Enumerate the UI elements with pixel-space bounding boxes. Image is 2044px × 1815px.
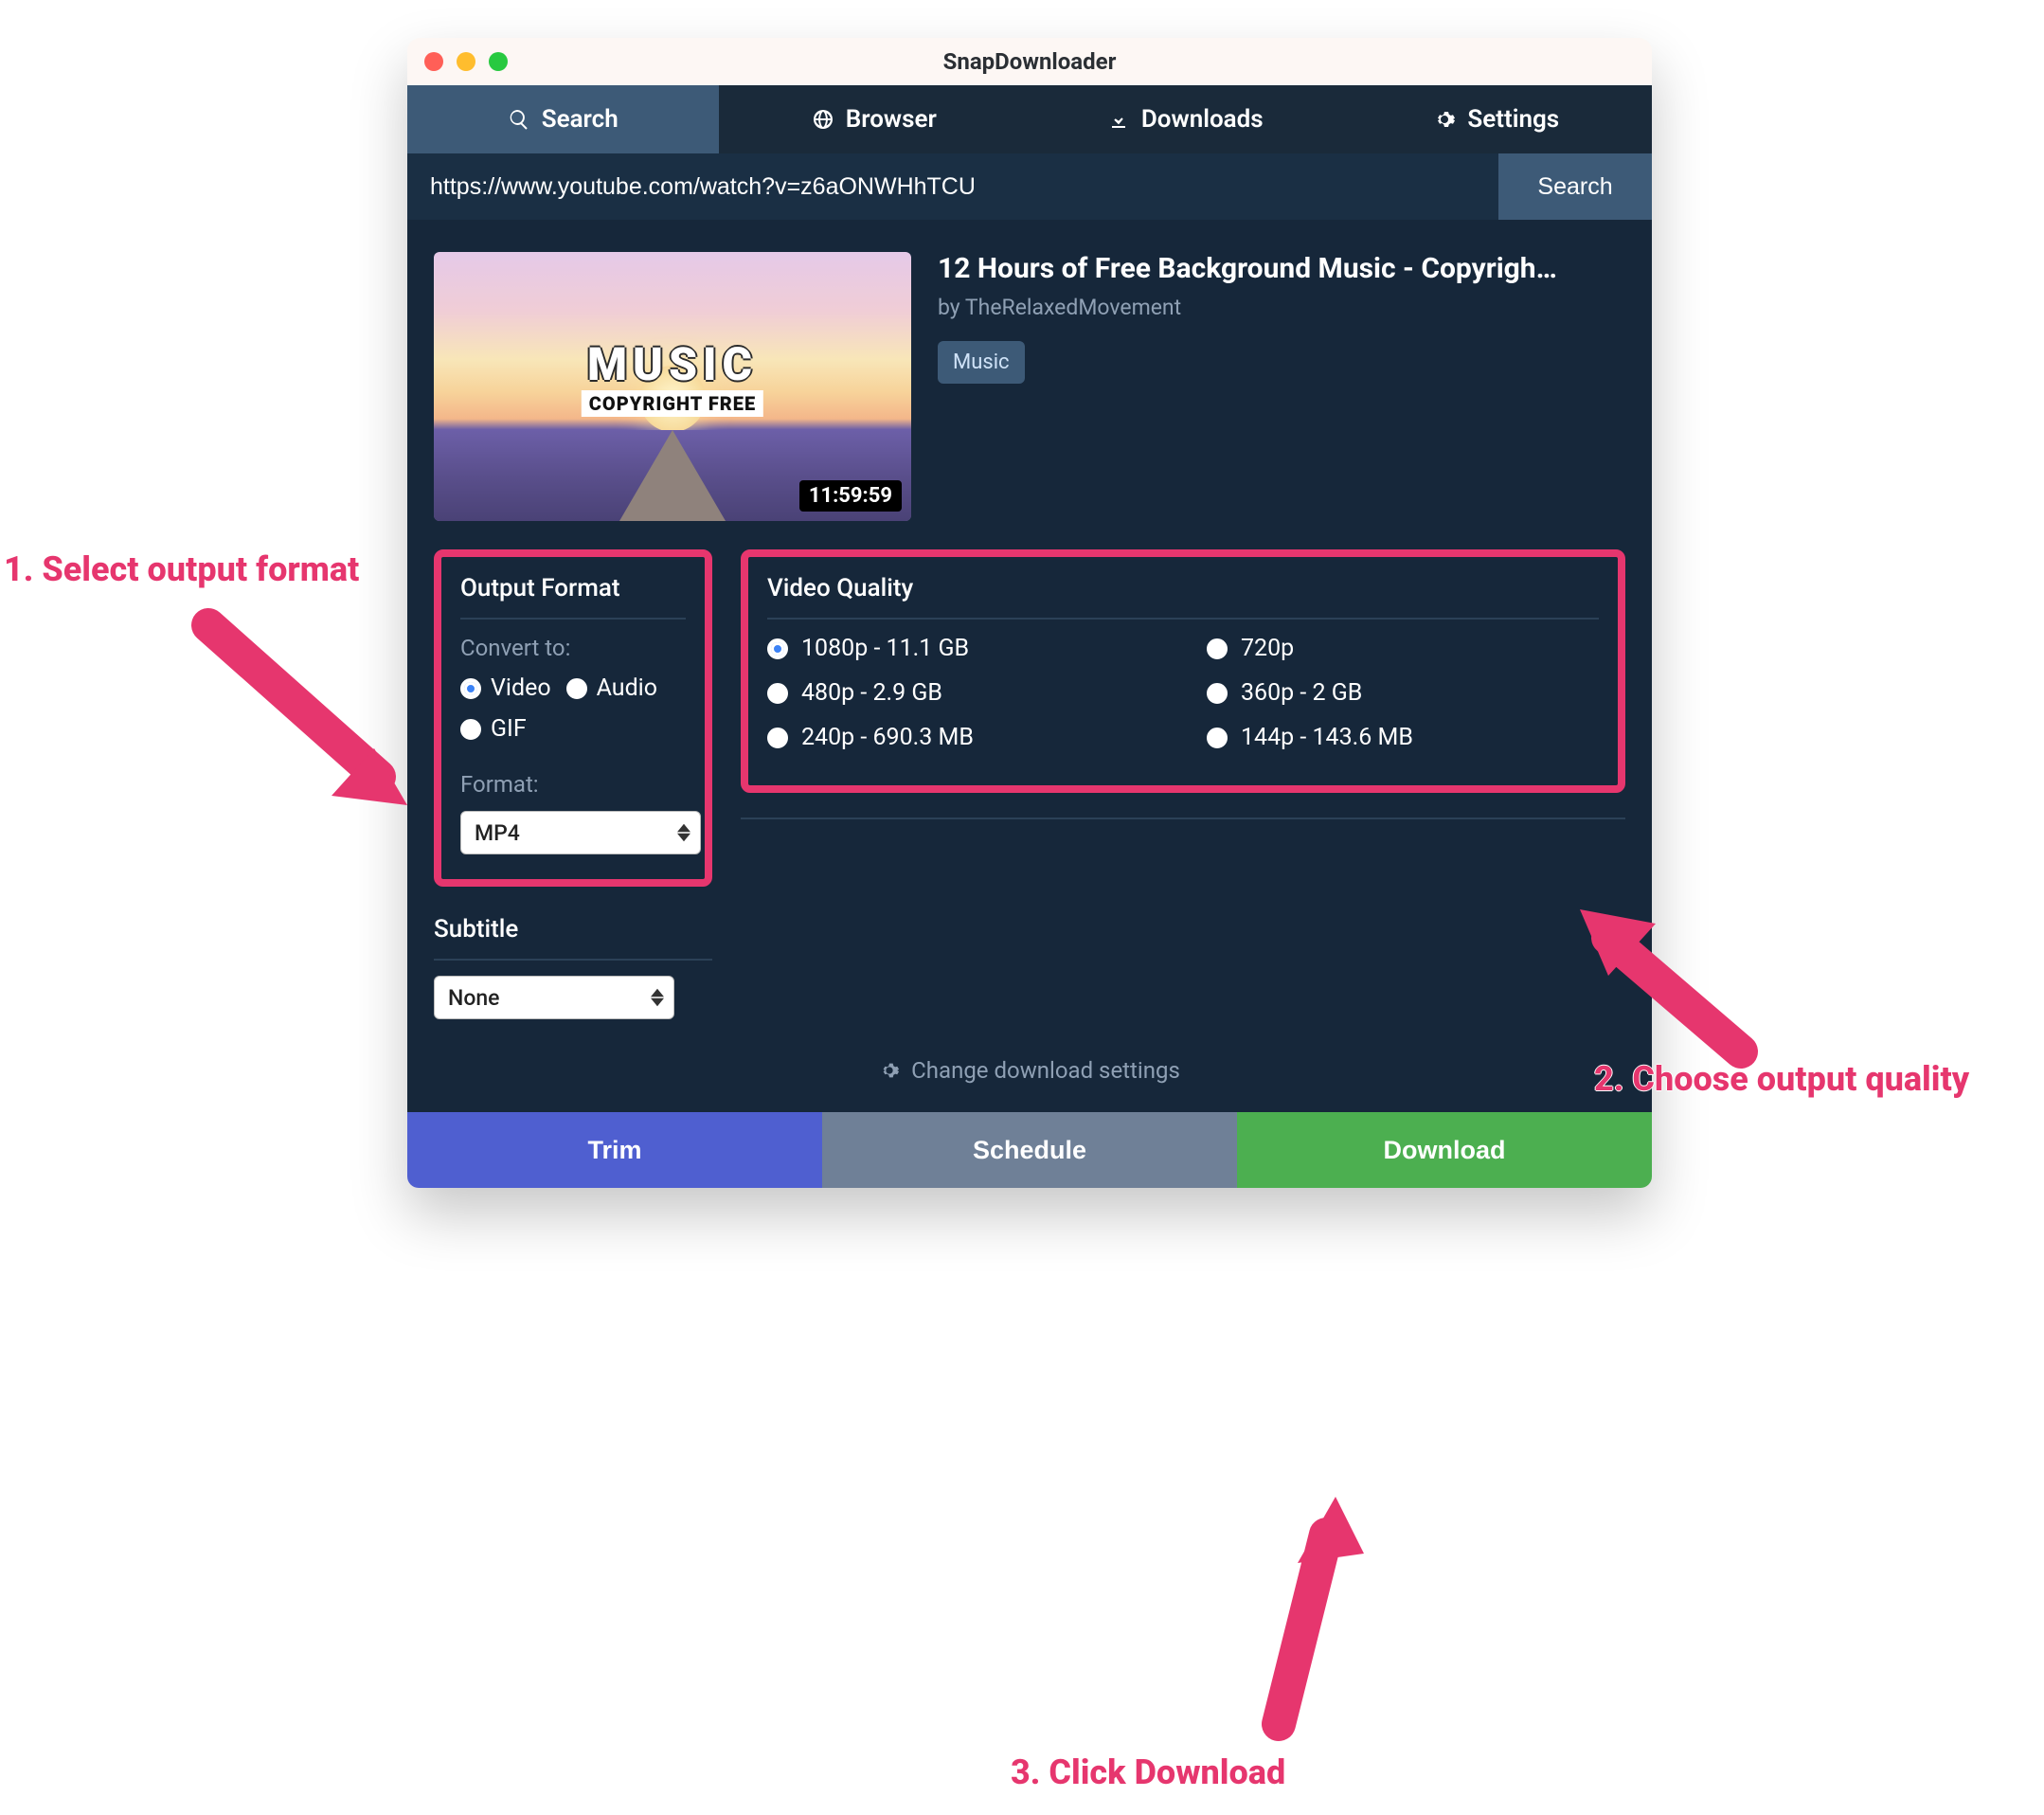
quality-option-2[interactable]: 480p - 2.9 GB (767, 679, 1159, 707)
gear-icon (879, 1060, 900, 1081)
divider (460, 618, 686, 620)
tab-downloads-label: Downloads (1141, 105, 1264, 134)
download-button[interactable]: Download (1237, 1112, 1652, 1188)
video-duration: 11:59:59 (799, 480, 902, 512)
quality-label: 1080p - 11.1 GB (801, 635, 969, 662)
convert-to-video[interactable]: Video (460, 674, 551, 702)
divider (434, 959, 712, 961)
change-download-settings-label: Change download settings (911, 1057, 1180, 1084)
quality-option-3[interactable]: 360p - 2 GB (1207, 679, 1599, 707)
radio-dot-icon (1207, 638, 1228, 659)
thumb-text-main: MUSIC (587, 337, 758, 391)
video-quality-title: Video Quality (767, 574, 1599, 602)
app-title: SnapDownloader (943, 48, 1117, 75)
quality-label: 720p (1241, 635, 1294, 662)
searchbar: Search (407, 153, 1652, 220)
convert-to-audio[interactable]: Audio (566, 674, 657, 702)
annotation-1: 1. Select output format (4, 549, 359, 589)
quality-label: 480p - 2.9 GB (801, 679, 942, 707)
convert-to-gif[interactable]: GIF (460, 715, 527, 743)
content-area: MUSIC COPYRIGHT FREE 11:59:59 12 Hours o… (407, 220, 1652, 1112)
format-value: MP4 (475, 820, 520, 846)
video-category-badge[interactable]: Music (938, 341, 1025, 384)
thumb-text-sub: COPYRIGHT FREE (582, 390, 763, 417)
tab-search-label: Search (542, 105, 619, 134)
convert-to-group: Video Audio (460, 674, 686, 715)
quality-label: 240p - 690.3 MB (801, 724, 974, 751)
quality-grid: 1080p - 11.1 GB 720p 480p - 2.9 GB (767, 635, 1599, 751)
divider (741, 818, 1625, 819)
output-format-panel: Output Format Convert to: Video Audio (434, 549, 712, 1019)
video-author: by TheRelaxedMovement (938, 295, 1625, 320)
select-chevrons-icon (651, 988, 664, 1007)
globe-icon (812, 108, 834, 131)
panels: Output Format Convert to: Video Audio (434, 549, 1625, 1019)
radio-dot-icon (767, 683, 788, 704)
search-icon (508, 108, 530, 131)
tab-settings[interactable]: Settings (1341, 85, 1653, 153)
convert-to-group-2: GIF (460, 715, 686, 756)
radio-dot-icon (1207, 728, 1228, 748)
radio-dot-icon (1207, 683, 1228, 704)
arrow-1 (189, 606, 436, 856)
quality-label: 360p - 2 GB (1241, 679, 1362, 707)
arrow-3 (1203, 1459, 1373, 1747)
subtitle-select[interactable]: None (434, 976, 674, 1019)
maximize-window-button[interactable] (489, 52, 508, 71)
url-input[interactable] (407, 153, 1498, 220)
radio-dot-icon (566, 678, 587, 699)
video-quality-panel: Video Quality 1080p - 11.1 GB 720p (741, 549, 1625, 819)
radio-dot-selected-icon (767, 638, 788, 659)
thumb-road (619, 430, 726, 521)
video-row: MUSIC COPYRIGHT FREE 11:59:59 12 Hours o… (434, 252, 1625, 521)
main-tabs: Search Browser Downloads Settings (407, 85, 1652, 153)
convert-to-video-label: Video (491, 674, 551, 702)
tab-search[interactable]: Search (407, 85, 719, 153)
app-window: SnapDownloader Search Browser Downloads … (407, 38, 1652, 1188)
gear-icon (1433, 108, 1456, 131)
quality-option-5[interactable]: 144p - 143.6 MB (1207, 724, 1599, 751)
tab-browser[interactable]: Browser (719, 85, 1031, 153)
minimize-window-button[interactable] (457, 52, 475, 71)
schedule-button[interactable]: Schedule (822, 1112, 1237, 1188)
radio-dot-icon (767, 728, 788, 748)
subtitle-block: Subtitle None (434, 915, 712, 1019)
format-label: Format: (460, 771, 686, 798)
video-title: 12 Hours of Free Background Music - Copy… (938, 252, 1625, 285)
quality-option-1[interactable]: 720p (1207, 635, 1599, 662)
subtitle-title: Subtitle (434, 915, 712, 943)
convert-to-gif-label: GIF (491, 715, 527, 743)
download-icon (1107, 108, 1130, 131)
output-format-highlight: Output Format Convert to: Video Audio (434, 549, 712, 887)
quality-option-0[interactable]: 1080p - 11.1 GB (767, 635, 1159, 662)
bottom-actions: Trim Schedule Download (407, 1112, 1652, 1188)
subtitle-value: None (448, 985, 500, 1011)
convert-to-audio-label: Audio (597, 674, 657, 702)
convert-to-label: Convert to: (460, 635, 686, 661)
quality-label: 144p - 143.6 MB (1241, 724, 1413, 751)
radio-dot-selected-icon (460, 678, 481, 699)
select-chevrons-icon (677, 823, 690, 842)
divider (767, 618, 1599, 620)
quality-option-4[interactable]: 240p - 690.3 MB (767, 724, 1159, 751)
titlebar: SnapDownloader (407, 38, 1652, 85)
traffic-lights (424, 52, 508, 71)
trim-button[interactable]: Trim (407, 1112, 822, 1188)
close-window-button[interactable] (424, 52, 443, 71)
radio-dot-icon (460, 719, 481, 740)
output-format-title: Output Format (460, 574, 686, 602)
tab-downloads[interactable]: Downloads (1030, 85, 1341, 153)
format-select[interactable]: MP4 (460, 811, 701, 854)
tab-browser-label: Browser (846, 105, 937, 134)
search-button[interactable]: Search (1498, 153, 1652, 220)
tab-settings-label: Settings (1467, 105, 1559, 134)
change-download-settings-link[interactable]: Change download settings (434, 1019, 1625, 1112)
video-meta: 12 Hours of Free Background Music - Copy… (938, 252, 1625, 521)
video-thumbnail[interactable]: MUSIC COPYRIGHT FREE 11:59:59 (434, 252, 911, 521)
annotation-3: 3. Click Download (1011, 1752, 1285, 1792)
video-quality-highlight: Video Quality 1080p - 11.1 GB 720p (741, 549, 1625, 793)
format-block: Format: MP4 (460, 771, 686, 854)
